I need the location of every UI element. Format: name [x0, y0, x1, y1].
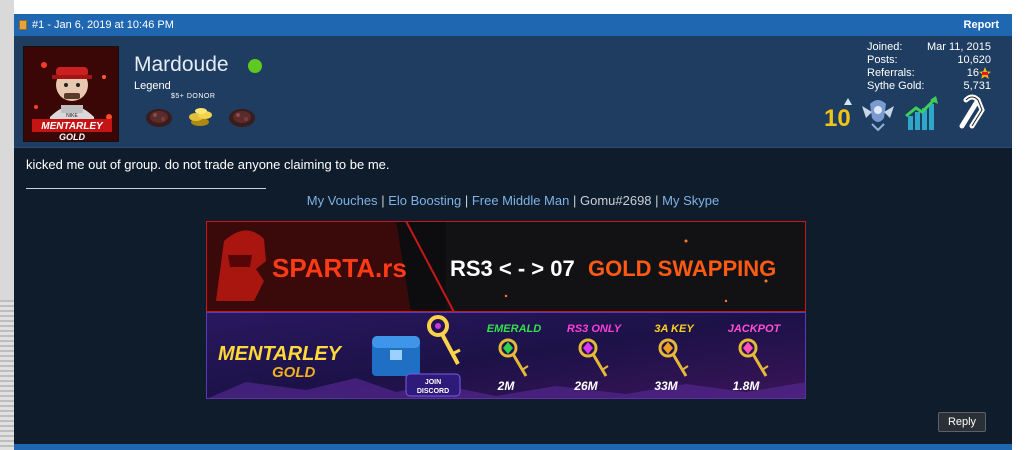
stat-posts: Posts: 10,620 — [867, 54, 991, 67]
key-label: EMERALD — [487, 323, 541, 335]
mentarley-banner-image: MENTARLEY GOLD JOIN DISCORD EMERALD 2M RS3… — [206, 312, 806, 399]
award-icons: 10 — [824, 94, 985, 132]
sparta-text-white: RS3 < - > 07 — [450, 256, 575, 281]
rune-badge-icon — [146, 109, 172, 127]
signature-links: My Vouches | Elo Boosting | Free Middle … — [14, 193, 1012, 208]
ten-years-award-icon[interactable]: 10 — [824, 98, 852, 132]
post-document-icon — [19, 20, 27, 30]
stat-sythe-gold: Sythe Gold: 5,731 — [867, 80, 991, 93]
join-discord-line1: JOIN — [425, 379, 441, 386]
user-stats: Joined: Mar 11, 2015 Posts: 10,620 Refer… — [867, 41, 991, 93]
stat-value[interactable]: 10,620 — [957, 54, 991, 67]
margin-pattern — [0, 300, 14, 450]
post-header-bar: #1 - Jan 6, 2019 at 10:46 PM Report — [14, 14, 1012, 36]
avatar-tag: NIKE — [66, 113, 78, 119]
stat-value[interactable]: 16 — [967, 67, 979, 80]
stat-value: 5,731 — [963, 80, 991, 92]
wings-shield-award-icon[interactable] — [862, 100, 894, 132]
next-post-header-bar — [14, 444, 1012, 450]
forum-post: #1 - Jan 6, 2019 at 10:46 PM Report MENT… — [14, 14, 1012, 450]
separator: | — [464, 193, 472, 208]
mentarley-brand-line2: GOLD — [272, 364, 315, 381]
vouches-link[interactable]: My Vouches — [307, 193, 378, 208]
user-badges — [146, 108, 255, 127]
stat-value: Mar 11, 2015 — [926, 41, 991, 53]
discord-tag: Gomu#2698 — [579, 193, 652, 208]
stat-label: Posts: — [867, 54, 898, 66]
awareness-ribbon-icon[interactable] — [959, 94, 985, 129]
join-discord-badge[interactable]: JOIN DISCORD — [405, 373, 461, 397]
elo-boosting-link[interactable]: Elo Boosting — [388, 193, 461, 208]
key-price: 1.8M — [733, 379, 761, 393]
donor-caption: $5+ DONOR — [171, 93, 216, 100]
stat-label: Sythe Gold: — [867, 80, 925, 92]
stat-label: Joined: — [867, 41, 903, 53]
avatar-text-line2: GOLD — [59, 132, 85, 142]
reply-button[interactable]: Reply — [938, 412, 986, 432]
mentarley-brand-line1: MENTARLEY — [218, 343, 343, 365]
report-link[interactable]: Report — [964, 14, 999, 36]
sparta-banner[interactable]: SPARTA.rs RS3 < - > 07 GOLD SWAPPING — [206, 221, 806, 312]
post-message: kicked me out of group. do not trade any… — [26, 157, 390, 172]
key-label: RS3 ONLY — [567, 323, 623, 335]
key-label: 3A KEY — [654, 323, 695, 335]
user-title: Legend — [134, 80, 171, 92]
loot-chest-icon — [372, 336, 420, 376]
avatar-text-line1: MENTARLEY — [41, 121, 104, 132]
username[interactable]: Mardoude — [134, 53, 229, 77]
join-discord-line2: DISCORD — [417, 388, 449, 395]
gold-coins-icon — [189, 108, 212, 126]
sparta-text-orange: GOLD SWAPPING — [588, 256, 776, 281]
separator: | — [572, 193, 580, 208]
sparta-brand: SPARTA.rs — [272, 253, 407, 283]
avatar[interactable]: MENTARLEY GOLD NIKE — [23, 46, 119, 142]
sparta-banner-image: SPARTA.rs RS3 < - > 07 GOLD SWAPPING — [206, 221, 806, 312]
user-info-bar: MENTARLEY GOLD NIKE Mardoude Legend $5+ … — [14, 36, 1012, 148]
stat-joined: Joined: Mar 11, 2015 — [867, 41, 991, 54]
online-status-icon — [248, 59, 262, 73]
key-label: JACKPOT — [728, 323, 782, 335]
stat-referrals: Referrals: 16 — [867, 67, 991, 80]
free-middle-man-link[interactable]: Free Middle Man — [472, 193, 570, 208]
mentarley-banner[interactable]: MENTARLEY GOLD JOIN DISCORD EMERALD 2M RS3… — [206, 312, 806, 399]
key-price: 26M — [573, 379, 598, 393]
years-label: 10 — [824, 105, 851, 132]
signature-divider — [26, 188, 266, 189]
avatar-image: MENTARLEY GOLD NIKE — [24, 47, 118, 142]
key-price: 2M — [497, 379, 516, 393]
key-price: 33M — [654, 379, 678, 393]
rune-badge-icon-2 — [229, 109, 255, 127]
page-left-margin — [0, 0, 14, 450]
post-number-date[interactable]: #1 - Jan 6, 2019 at 10:46 PM — [32, 14, 174, 36]
referral-star-icon — [979, 67, 991, 79]
stats-chart-award-icon[interactable] — [905, 96, 938, 130]
skype-link[interactable]: My Skype — [662, 193, 719, 208]
stat-label: Referrals: — [867, 67, 915, 79]
